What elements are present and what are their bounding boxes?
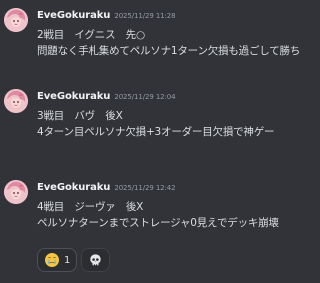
user-avatar-icon bbox=[4, 89, 28, 113]
avatar[interactable] bbox=[4, 8, 28, 32]
message-meta: EveGokuraku 2025/11/29 12:42 bbox=[37, 182, 281, 194]
avatar[interactable] bbox=[4, 180, 28, 204]
timestamp: 2025/11/29 12:04 bbox=[114, 93, 176, 101]
username[interactable]: EveGokuraku bbox=[37, 91, 110, 103]
message-content: EveGokuraku 2025/11/29 11:28 2戦目 イグニス 先○… bbox=[37, 10, 301, 59]
reaction-crying-face[interactable]: 1 bbox=[37, 248, 78, 272]
message-item: EveGokuraku 2025/11/29 12:04 3戦目 バヴ 後X 4… bbox=[0, 89, 283, 169]
timestamp: 2025/11/29 11:28 bbox=[114, 12, 176, 20]
timestamp: 2025/11/29 12:42 bbox=[114, 184, 176, 192]
skull-icon bbox=[90, 253, 102, 265]
message-meta: EveGokuraku 2025/11/29 12:04 bbox=[37, 91, 281, 103]
username[interactable]: EveGokuraku bbox=[37, 182, 110, 194]
reactions-row: 1 bbox=[37, 248, 111, 272]
message-content: EveGokuraku 2025/11/29 12:42 4戦目 ジーヴァ 後X… bbox=[37, 182, 281, 231]
username[interactable]: EveGokuraku bbox=[37, 10, 110, 22]
message-item: EveGokuraku 2025/11/29 11:28 2戦目 イグニス 先○… bbox=[0, 8, 301, 88]
avatar[interactable] bbox=[4, 89, 28, 113]
reaction-skull[interactable] bbox=[81, 248, 111, 272]
message-line: 3戦目 バヴ 後X bbox=[37, 110, 123, 122]
message-meta: EveGokuraku 2025/11/29 11:28 bbox=[37, 10, 281, 22]
user-avatar-icon bbox=[4, 8, 28, 32]
message-line: ペルソナターンまでストレージャ0見えでデッキ崩壊 bbox=[37, 217, 279, 229]
user-avatar-icon bbox=[4, 180, 28, 204]
message-content: EveGokuraku 2025/11/29 12:04 3戦目 バヴ 後X 4… bbox=[37, 91, 281, 140]
message-line: 2戦目 イグニス 先○ bbox=[37, 29, 145, 41]
message-feed: EveGokuraku 2025/11/29 11:28 2戦目 イグニス 先○… bbox=[0, 0, 301, 283]
message-line: 問題なく手札集めてペルソナ1ターン欠損も過ごして勝ち bbox=[37, 45, 301, 57]
message-line: 4戦目 ジーヴァ 後X bbox=[37, 201, 144, 213]
reaction-count: 1 bbox=[64, 254, 71, 266]
message-line: 4ターン目ペルソナ欠損+3オーダー目欠損で神ゲー bbox=[37, 126, 275, 138]
crying-face-icon bbox=[45, 253, 59, 267]
